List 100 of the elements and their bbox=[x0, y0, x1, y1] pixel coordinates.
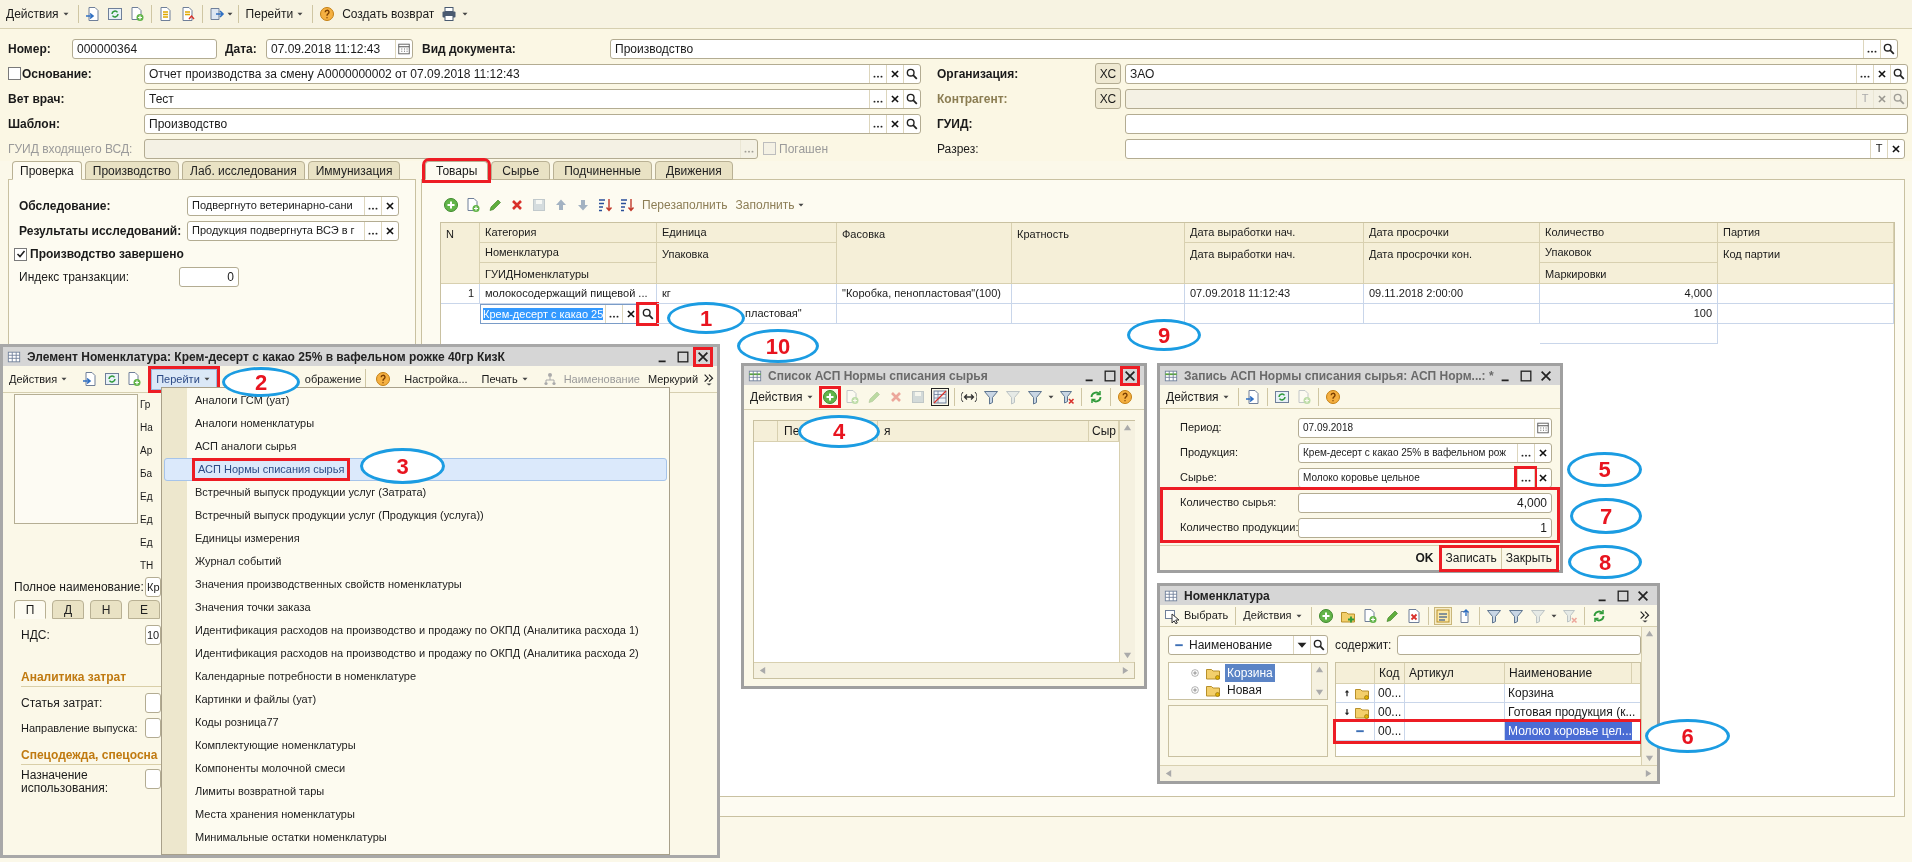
settings-button[interactable]: Настройка... bbox=[400, 368, 472, 390]
field-label: Дата: bbox=[225, 41, 258, 58]
field-label: Контрагент: bbox=[937, 90, 1009, 108]
text-field[interactable]: Продукция подвергнута ВСЭ в г bbox=[187, 220, 399, 241]
print-menu-button[interactable]: Печать bbox=[477, 368, 534, 390]
text-field[interactable]: Кр bbox=[145, 577, 161, 597]
text-field[interactable]: Производство bbox=[144, 113, 921, 134]
column-header: Фасовка bbox=[837, 223, 1012, 284]
table-cell: 00... bbox=[1375, 722, 1405, 740]
menu-item[interactable]: Идентификация расходов на производство и продажу по ОКПД (Аналитика расхода 1) bbox=[162, 619, 669, 642]
field-label: Основание: bbox=[22, 65, 93, 83]
menu-item[interactable]: Минимальные остатки номенклатуры bbox=[162, 826, 669, 849]
field-label: Ед bbox=[140, 536, 153, 550]
field-label: ТН bbox=[140, 559, 154, 573]
tab[interactable]: Е bbox=[128, 600, 160, 619]
tab[interactable]: Подчиненные bbox=[553, 161, 653, 180]
field-label: Ед bbox=[140, 490, 153, 504]
text-field[interactable]: Молоко коровье цельное bbox=[1298, 467, 1552, 488]
write-button[interactable]: Записать bbox=[1441, 547, 1502, 569]
menu-item[interactable]: Журнал событий bbox=[162, 550, 669, 573]
field-label: Шаблон: bbox=[8, 115, 61, 133]
menu-item[interactable]: Компоненты молочной смеси bbox=[162, 757, 669, 780]
tab[interactable]: Н bbox=[90, 600, 122, 619]
menu-item[interactable]: Встречный выпуск продукции услуг (Затрата) bbox=[162, 481, 669, 504]
fill-menu-button[interactable]: Заполнить bbox=[731, 194, 811, 216]
menu-item[interactable]: Единицы измерения bbox=[162, 527, 669, 550]
tree-item[interactable]: Корзина bbox=[1225, 663, 1275, 682]
text-field[interactable]: 000000364 bbox=[72, 39, 217, 59]
actions-menu-button[interactable]: Действия bbox=[1239, 605, 1308, 626]
menu-item[interactable]: Календарные потребности в номенклатуре bbox=[162, 665, 669, 688]
table-cell: 100 bbox=[1540, 304, 1718, 324]
field-label: Гр bbox=[140, 398, 151, 412]
table-row[interactable]: 00... Корзина bbox=[1336, 684, 1640, 703]
filter-dropdown[interactable]: Наименование bbox=[1168, 635, 1328, 655]
text-field[interactable]: 07.09.2018 11:12:43 bbox=[266, 39, 413, 59]
table-cell: 4,000 bbox=[1540, 284, 1718, 304]
menu-item[interactable]: Встречный выпуск продукции услуг (Продукция (услуга)) bbox=[162, 504, 669, 527]
menu-item[interactable]: Значения точки заказа bbox=[162, 596, 669, 619]
tab[interactable]: Иммунизация bbox=[307, 161, 401, 180]
field-label: Ед bbox=[140, 513, 153, 527]
menu-item[interactable]: Комплектующие номенклатуры bbox=[162, 734, 669, 757]
text-field[interactable]: 0 bbox=[179, 266, 239, 287]
text-field[interactable]: Крем-десерт с какао 25% в вафельном рож bbox=[1298, 442, 1552, 463]
tab[interactable]: Сырье bbox=[491, 161, 551, 180]
menu-item[interactable]: Места хранения номенклатуры bbox=[162, 803, 669, 826]
mercury-button[interactable]: Меркурий bbox=[643, 368, 703, 390]
tree-item[interactable]: Новая bbox=[1225, 680, 1264, 699]
ok-button[interactable]: OK bbox=[1411, 547, 1438, 569]
actions-menu-button[interactable]: Действия bbox=[746, 386, 819, 408]
text-field[interactable]: 10 bbox=[145, 625, 161, 645]
text-field[interactable]: Тест bbox=[144, 88, 921, 109]
table-row[interactable]: 00... Молоко коровье цел... bbox=[1336, 722, 1640, 741]
goto-menu-button[interactable]: Перейти bbox=[151, 368, 217, 390]
menu-item[interactable]: Значения производственных свойств номенклатуры bbox=[162, 573, 669, 596]
field-label: Вет врач: bbox=[8, 90, 66, 108]
text-field[interactable]: ЗАО bbox=[1125, 63, 1908, 84]
actions-menu-button[interactable]: Действия bbox=[2, 3, 75, 25]
refill-button[interactable]: Перезаполнить bbox=[638, 194, 732, 216]
tab[interactable]: П bbox=[14, 600, 46, 619]
column-header: ГУИДНоменклатуры bbox=[480, 263, 657, 284]
menu-item[interactable]: Аналоги номенклатуры bbox=[162, 412, 669, 435]
text-field[interactable]: 07.09.2018 bbox=[1298, 417, 1552, 438]
column-header: Дата просрочки кон. bbox=[1364, 243, 1540, 284]
menu-item[interactable]: Картинки и файлы (уат) bbox=[162, 688, 669, 711]
close-button[interactable]: Закрыть bbox=[1501, 547, 1556, 569]
choice-button[interactable]: ХС bbox=[1095, 63, 1121, 84]
text-field[interactable]: Подвергнуто ветеринарно-сани bbox=[187, 195, 399, 216]
field-label: ГУИД: bbox=[937, 115, 974, 133]
field-label: Разрез: bbox=[937, 140, 980, 158]
text-field[interactable]: Производство bbox=[610, 39, 1898, 59]
column-header: Кратность bbox=[1012, 223, 1185, 284]
actions-menu-button[interactable]: Действия bbox=[5, 368, 74, 390]
tab[interactable]: Производство bbox=[84, 161, 179, 180]
field-label: Статья затрат: bbox=[21, 695, 104, 712]
tab[interactable]: Движения bbox=[655, 161, 733, 180]
text-field[interactable]: Отчет производства за смену А0000000002 от 07.09.2018 11:12:43 bbox=[144, 63, 921, 84]
tab[interactable]: Товары bbox=[425, 161, 489, 180]
tab[interactable]: Д bbox=[52, 600, 84, 619]
column-header: Номенклатура bbox=[480, 243, 657, 263]
tab[interactable]: Проверка bbox=[12, 161, 82, 180]
goto-menu-button[interactable]: Перейти bbox=[241, 3, 310, 25]
column-header: Единица bbox=[657, 223, 837, 243]
field-label: Сырье: bbox=[1180, 470, 1218, 486]
menu-item[interactable]: Коды розница77 bbox=[162, 711, 669, 734]
section-heading: Спецодежда, спецосна bbox=[21, 746, 158, 764]
column-header: Наименование bbox=[1505, 663, 1632, 683]
field-label: ГУИД входящего ВСД: bbox=[8, 140, 134, 158]
create-return-button[interactable]: Создать возврат bbox=[338, 3, 439, 25]
column-header: N bbox=[441, 223, 480, 284]
tab[interactable]: Лаб. исследования bbox=[182, 161, 305, 180]
actions-menu-button[interactable]: Действия bbox=[1162, 386, 1235, 407]
menu-item[interactable]: Идентификация расходов на производство и продажу по ОКПД (Аналитика расхода 2) bbox=[162, 642, 669, 665]
text-mode-button[interactable]: T bbox=[1870, 139, 1887, 158]
table-cell: 09.11.2018 2:00:00 bbox=[1364, 284, 1540, 304]
menu-item[interactable]: Лимиты возвратной тары bbox=[162, 780, 669, 803]
text-field[interactable]: 4,000 bbox=[1298, 492, 1552, 513]
text-field[interactable]: T bbox=[1125, 138, 1905, 159]
text-field[interactable]: 1 bbox=[1298, 517, 1552, 538]
field-label: Ба bbox=[140, 467, 153, 481]
select-button[interactable]: Выбрать bbox=[1180, 605, 1233, 626]
